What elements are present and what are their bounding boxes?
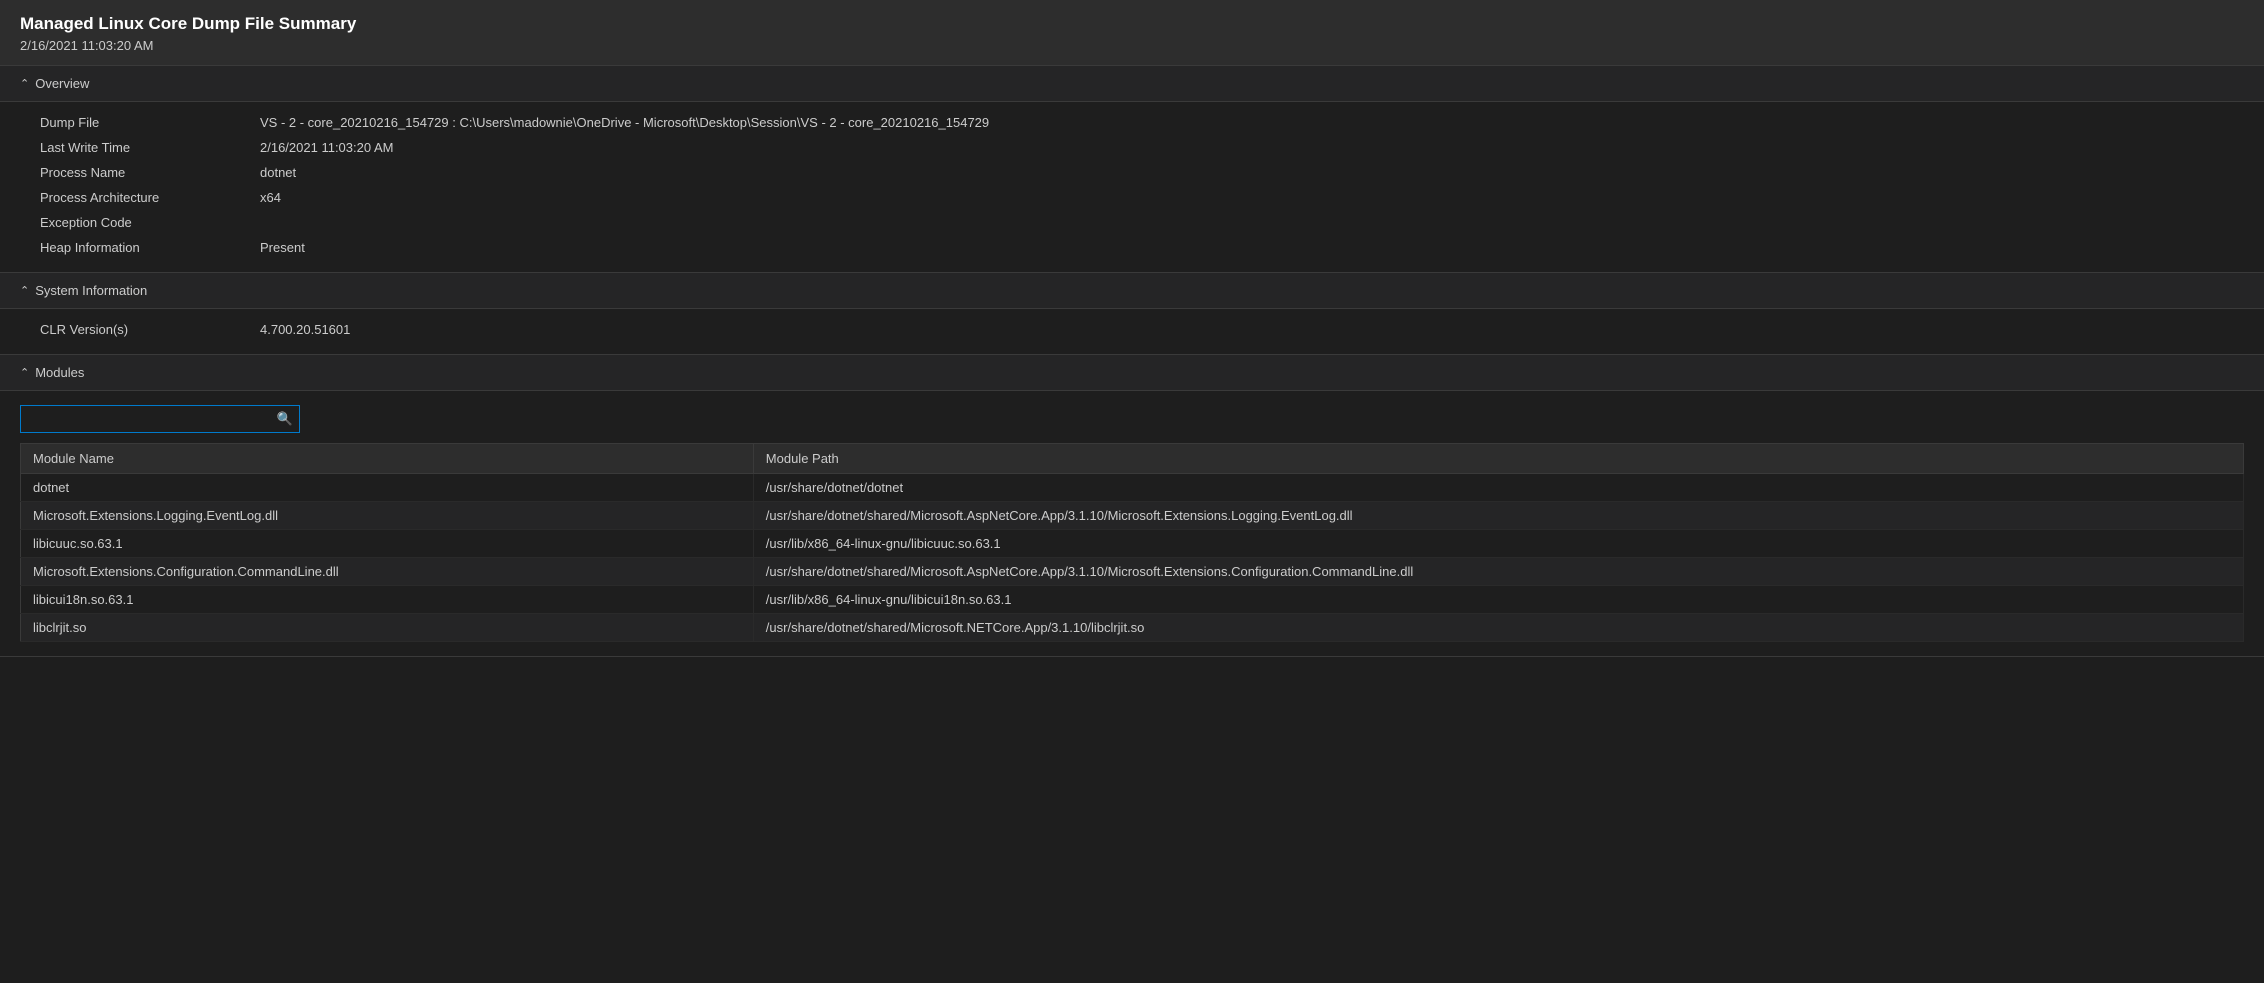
- heap-information-label: Heap Information: [40, 237, 260, 258]
- last-write-time-value: 2/16/2021 11:03:20 AM: [260, 137, 2244, 158]
- overview-section: ⌃ Overview Dump File VS - 2 - core_20210…: [0, 66, 2264, 273]
- system-info-section-header[interactable]: ⌃ System Information: [0, 273, 2264, 309]
- modules-search-input[interactable]: [27, 412, 277, 427]
- modules-table-header-row: Module Name Module Path: [21, 444, 2244, 474]
- module-name-column-header: Module Name: [21, 444, 754, 474]
- modules-content: 🔍 Module Name Module Path dotnet/usr/sha…: [0, 391, 2264, 656]
- search-container: 🔍: [20, 405, 2244, 433]
- clr-version-value: 4.700.20.51601: [260, 319, 2244, 340]
- clr-version-label: CLR Version(s): [40, 319, 260, 340]
- module-path-cell: /usr/share/dotnet/shared/Microsoft.AspNe…: [753, 502, 2243, 530]
- module-path-cell: /usr/share/dotnet/shared/Microsoft.NETCo…: [753, 614, 2243, 642]
- search-icon: 🔍: [277, 411, 293, 427]
- exception-code-label: Exception Code: [40, 212, 260, 233]
- modules-section: ⌃ Modules 🔍 Module Name Module Path dotn…: [0, 355, 2264, 657]
- table-row: Microsoft.Extensions.Logging.EventLog.dl…: [21, 502, 2244, 530]
- module-path-cell: /usr/lib/x86_64-linux-gnu/libicuuc.so.63…: [753, 530, 2243, 558]
- system-info-grid: CLR Version(s) 4.700.20.51601: [0, 309, 2264, 354]
- last-write-time-label: Last Write Time: [40, 137, 260, 158]
- module-name-cell: libclrjit.so: [21, 614, 754, 642]
- overview-section-label: Overview: [35, 76, 89, 91]
- process-name-value: dotnet: [260, 162, 2244, 183]
- module-name-cell: dotnet: [21, 474, 754, 502]
- module-path-cell: /usr/share/dotnet/shared/Microsoft.AspNe…: [753, 558, 2243, 586]
- module-path-cell: /usr/lib/x86_64-linux-gnu/libicui18n.so.…: [753, 586, 2243, 614]
- page-header: Managed Linux Core Dump File Summary 2/1…: [0, 0, 2264, 66]
- module-name-cell: libicui18n.so.63.1: [21, 586, 754, 614]
- module-name-cell: Microsoft.Extensions.Configuration.Comma…: [21, 558, 754, 586]
- process-architecture-value: x64: [260, 187, 2244, 208]
- modules-section-label: Modules: [35, 365, 84, 380]
- modules-table: Module Name Module Path dotnet/usr/share…: [20, 443, 2244, 642]
- exception-code-value: [260, 212, 2244, 233]
- search-box[interactable]: 🔍: [20, 405, 300, 433]
- modules-chevron-icon: ⌃: [20, 366, 29, 379]
- page-title: Managed Linux Core Dump File Summary: [20, 14, 2244, 34]
- table-row: Microsoft.Extensions.Configuration.Comma…: [21, 558, 2244, 586]
- table-row: libclrjit.so/usr/share/dotnet/shared/Mic…: [21, 614, 2244, 642]
- module-path-cell: /usr/share/dotnet/dotnet: [753, 474, 2243, 502]
- module-path-column-header: Module Path: [753, 444, 2243, 474]
- system-information-section: ⌃ System Information CLR Version(s) 4.70…: [0, 273, 2264, 355]
- module-name-cell: Microsoft.Extensions.Logging.EventLog.dl…: [21, 502, 754, 530]
- system-info-section-label: System Information: [35, 283, 147, 298]
- system-info-chevron-icon: ⌃: [20, 284, 29, 297]
- process-architecture-label: Process Architecture: [40, 187, 260, 208]
- module-name-cell: libicuuc.so.63.1: [21, 530, 754, 558]
- overview-section-header[interactable]: ⌃ Overview: [0, 66, 2264, 102]
- dump-file-label: Dump File: [40, 112, 260, 133]
- table-row: libicuuc.so.63.1/usr/lib/x86_64-linux-gn…: [21, 530, 2244, 558]
- heap-information-value: Present: [260, 237, 2244, 258]
- process-name-label: Process Name: [40, 162, 260, 183]
- dump-file-value: VS - 2 - core_20210216_154729 : C:\Users…: [260, 112, 2244, 133]
- overview-chevron-icon: ⌃: [20, 77, 29, 90]
- modules-section-header[interactable]: ⌃ Modules: [0, 355, 2264, 391]
- table-row: dotnet/usr/share/dotnet/dotnet: [21, 474, 2244, 502]
- page-datetime: 2/16/2021 11:03:20 AM: [20, 38, 2244, 53]
- overview-info-grid: Dump File VS - 2 - core_20210216_154729 …: [0, 102, 2264, 272]
- table-row: libicui18n.so.63.1/usr/lib/x86_64-linux-…: [21, 586, 2244, 614]
